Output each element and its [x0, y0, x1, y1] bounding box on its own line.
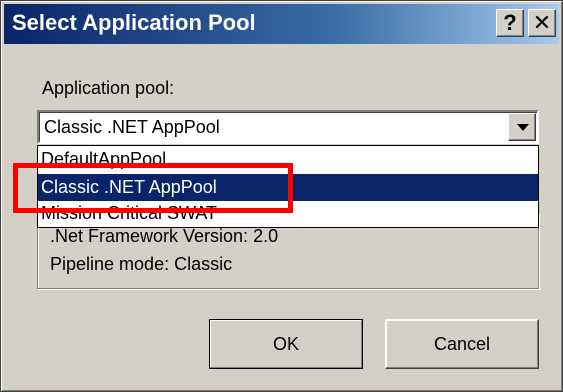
title-bar[interactable]: Select Application Pool ? ✕	[4, 4, 559, 44]
pipeline-mode-text: Pipeline mode: Classic	[50, 254, 233, 274]
chevron-down-icon	[517, 124, 529, 131]
application-pool-selected-value: Classic .NET AppPool	[44, 117, 220, 137]
red-highlight-box	[13, 163, 293, 213]
cancel-button[interactable]: Cancel	[385, 319, 539, 369]
close-icon: ✕	[532, 10, 552, 35]
help-button[interactable]: ?	[496, 9, 524, 37]
ok-button[interactable]: OK	[209, 319, 363, 369]
help-icon: ?	[503, 10, 517, 35]
application-pool-label: Application pool:	[42, 78, 175, 98]
application-pool-select[interactable]: Classic .NET AppPool	[37, 110, 539, 144]
select-application-pool-dialog: Select Application Pool ? ✕ Application …	[0, 0, 563, 392]
dialog-title: Select Application Pool	[12, 10, 256, 35]
close-button[interactable]: ✕	[528, 9, 556, 37]
dropdown-arrow-button[interactable]	[508, 113, 536, 141]
framework-version-text: .Net Framework Version: 2.0	[50, 226, 279, 246]
